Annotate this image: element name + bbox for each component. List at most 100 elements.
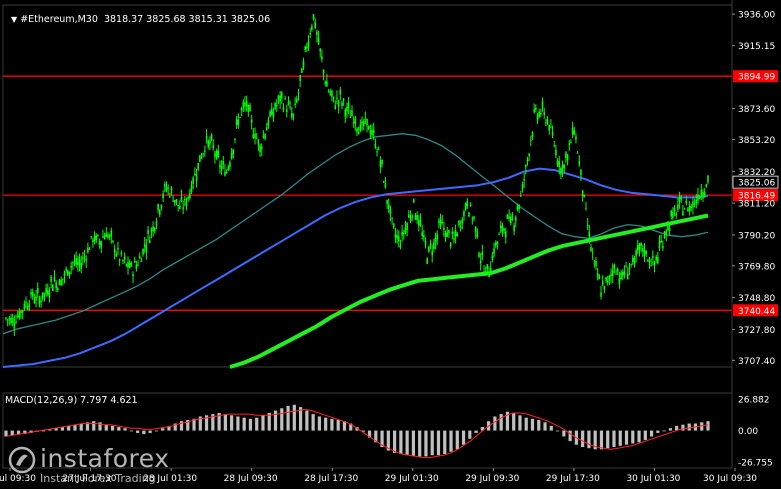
candle-body[interactable] — [518, 205, 520, 210]
candle-body[interactable] — [359, 124, 362, 131]
candle-body[interactable] — [302, 61, 305, 68]
candle-body[interactable] — [685, 200, 688, 204]
triangle-down-icon[interactable]: ▼ — [11, 15, 17, 24]
candle-body[interactable] — [673, 207, 676, 211]
candle-body[interactable] — [428, 246, 430, 252]
candle-body[interactable] — [38, 298, 41, 305]
macd-histogram-bar[interactable] — [549, 425, 553, 431]
candle-body[interactable] — [41, 292, 44, 299]
candle-body[interactable] — [319, 48, 322, 51]
candle-body[interactable] — [259, 145, 261, 153]
candle-body[interactable] — [371, 129, 373, 136]
macd-histogram-bar[interactable] — [73, 424, 77, 431]
candle-body[interactable] — [150, 229, 153, 232]
macd-histogram-bar[interactable] — [236, 416, 240, 431]
candle-body[interactable] — [658, 241, 661, 249]
candle-body[interactable] — [677, 204, 679, 210]
candle-body[interactable] — [379, 160, 382, 168]
candle-body[interactable] — [652, 255, 654, 259]
candle-body[interactable] — [367, 126, 370, 130]
macd-histogram-bar[interactable] — [649, 430, 654, 437]
candle-body[interactable] — [130, 263, 133, 266]
candle-body[interactable] — [77, 262, 79, 265]
candle-body[interactable] — [381, 159, 383, 165]
macd-histogram-bar[interactable] — [399, 430, 403, 455]
candle-body[interactable] — [357, 132, 360, 135]
candle-body[interactable] — [648, 259, 651, 262]
candle-body[interactable] — [605, 277, 607, 281]
candle-body[interactable] — [702, 192, 704, 199]
candle-body[interactable] — [102, 236, 104, 238]
candle-body[interactable] — [112, 240, 114, 242]
candle-body[interactable] — [347, 102, 350, 109]
candle-body[interactable] — [260, 146, 263, 150]
candle-body[interactable] — [426, 258, 428, 264]
candle-body[interactable] — [204, 150, 206, 152]
candle-body[interactable] — [334, 105, 337, 109]
candle-body[interactable] — [182, 207, 184, 209]
candle-body[interactable] — [471, 218, 474, 220]
candle-body[interactable] — [297, 92, 300, 94]
candle-body[interactable] — [254, 133, 256, 139]
candle-body[interactable] — [52, 284, 54, 291]
candle-body[interactable] — [36, 287, 39, 293]
candle-body[interactable] — [406, 223, 408, 231]
candle-body[interactable] — [83, 256, 86, 258]
candle-body[interactable] — [342, 98, 345, 101]
candle-body[interactable] — [132, 273, 134, 277]
candle-body[interactable] — [354, 117, 357, 124]
candle-body[interactable] — [680, 196, 683, 200]
macd-histogram-bar[interactable] — [518, 415, 522, 431]
candle-body[interactable] — [509, 216, 512, 224]
candle-body[interactable] — [616, 269, 619, 272]
candle-body[interactable] — [58, 280, 61, 286]
candle-body[interactable] — [419, 220, 422, 226]
candle-body[interactable] — [596, 272, 599, 277]
candle-body[interactable] — [640, 243, 642, 246]
candle-body[interactable] — [162, 193, 164, 199]
candle-body[interactable] — [100, 241, 103, 248]
candle-body[interactable] — [145, 245, 148, 253]
candle-body[interactable] — [262, 135, 265, 137]
candle-body[interactable] — [578, 160, 581, 165]
candle-body[interactable] — [6, 319, 9, 321]
candle-body[interactable] — [341, 102, 343, 107]
candle-body[interactable] — [214, 153, 216, 157]
candle-body[interactable] — [202, 153, 205, 155]
candle-body[interactable] — [18, 311, 21, 318]
candle-body[interactable] — [511, 218, 514, 220]
candle-body[interactable] — [647, 260, 649, 262]
candle-body[interactable] — [225, 171, 228, 173]
candle-body[interactable] — [665, 230, 668, 235]
candle-body[interactable] — [595, 261, 597, 267]
macd-histogram-bar[interactable] — [455, 430, 459, 450]
candle-body[interactable] — [11, 317, 14, 323]
candle-body[interactable] — [169, 196, 171, 198]
candle-body[interactable] — [85, 258, 88, 261]
macd-histogram-bar[interactable] — [599, 430, 604, 450]
candle-body[interactable] — [87, 247, 89, 253]
macd-histogram-bar[interactable] — [154, 430, 159, 432]
macd-histogram-bar[interactable] — [261, 415, 265, 431]
macd-histogram-bar[interactable] — [273, 410, 278, 431]
macd-histogram-bar[interactable] — [411, 430, 416, 457]
candle-body[interactable] — [237, 120, 240, 125]
candle-body[interactable] — [372, 129, 375, 134]
candle-body[interactable] — [257, 140, 260, 145]
macd-histogram-bar[interactable] — [606, 430, 610, 449]
candle-body[interactable] — [563, 164, 566, 168]
candle-body[interactable] — [413, 199, 415, 203]
candle-body[interactable] — [142, 248, 144, 255]
macd-histogram-bar[interactable] — [512, 412, 516, 431]
macd-histogram-bar[interactable] — [255, 417, 259, 431]
candle-body[interactable] — [431, 251, 434, 256]
candle-body[interactable] — [558, 161, 561, 168]
candle-body[interactable] — [513, 225, 515, 232]
candle-body[interactable] — [560, 168, 562, 175]
candle-body[interactable] — [249, 104, 251, 112]
candle-body[interactable] — [190, 185, 193, 193]
candle-body[interactable] — [200, 157, 203, 159]
candle-body[interactable] — [75, 258, 77, 265]
candle-body[interactable] — [468, 212, 470, 217]
candle-body[interactable] — [377, 149, 380, 151]
